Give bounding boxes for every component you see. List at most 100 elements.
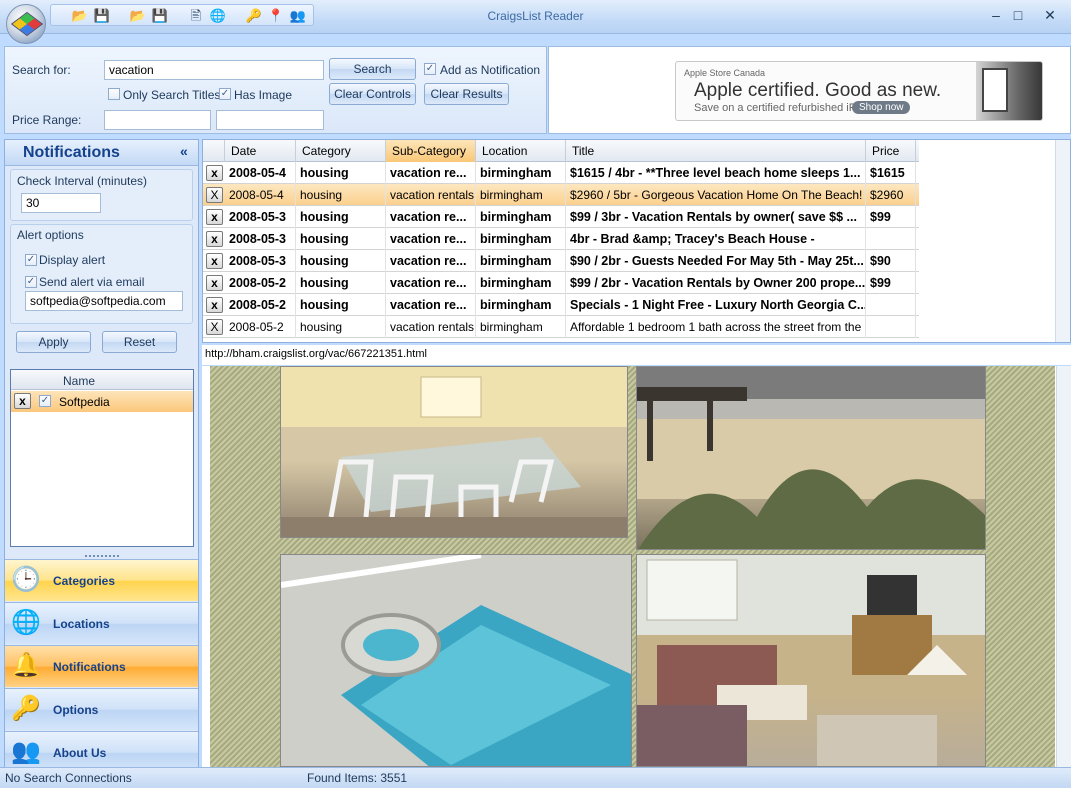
table-row[interactable]: X 2008-05-4 housing vacation rentals birming… <box>203 184 919 206</box>
grid-scrollbar[interactable] <box>1055 140 1070 342</box>
cell-category: housing <box>296 206 386 228</box>
status-bar: No Search Connections Found Items: 3551 <box>0 767 1071 788</box>
email-input[interactable]: softpedia@softpedia.com <box>25 291 183 311</box>
cell-category: housing <box>296 294 386 316</box>
notification-list-header: Name <box>11 370 193 390</box>
cell-category: housing <box>296 316 386 338</box>
column-name[interactable]: Name <box>63 374 95 388</box>
column-subcategory[interactable]: Sub-Category <box>386 140 476 162</box>
table-row[interactable]: x 2008-05-2 housing vacation re... birmingha… <box>203 294 919 316</box>
display-alert-checkbox[interactable]: ✓ <box>25 254 37 266</box>
column-location[interactable]: Location <box>476 140 566 162</box>
reset-button[interactable]: Reset <box>102 331 177 353</box>
cell-title: $99 / 3br - Vacation Rentals by owner( s… <box>566 206 866 228</box>
grid-header: Date Category Sub-Category Location Titl… <box>203 140 919 162</box>
table-row[interactable]: x 2008-05-3 housing vacation re... birmingha… <box>203 206 919 228</box>
column-date[interactable]: Date <box>225 140 296 162</box>
search-input[interactable]: vacation <box>104 60 324 80</box>
cell-location: birmingham <box>476 272 566 294</box>
search-for-label: Search for: <box>12 63 71 77</box>
delete-row-icon[interactable]: x <box>206 165 223 181</box>
nav-categories[interactable]: 🕒 Categories <box>5 559 198 601</box>
delete-row-icon[interactable]: x <box>206 275 223 291</box>
application-menu-button[interactable] <box>6 4 46 44</box>
delete-row-icon[interactable]: X <box>206 319 223 335</box>
ad-banner[interactable]: Apple Store Canada Apple certified. Good… <box>675 61 1043 121</box>
notifications-title: Notifications <box>23 144 120 161</box>
clear-results-button[interactable]: Clear Results <box>424 83 509 105</box>
delete-row-icon[interactable]: x <box>206 231 223 247</box>
nav-label: Options <box>53 703 99 717</box>
cell-location: birmingham <box>476 250 566 272</box>
nav-locations[interactable]: 🌐 Locations <box>5 602 198 644</box>
send-email-checkbox[interactable]: ✓ <box>25 276 37 288</box>
ad-subline: Save on a certified refurbished iPod. <box>694 102 872 114</box>
preview-scrollbar[interactable] <box>1056 366 1071 767</box>
column-title[interactable]: Title <box>566 140 866 162</box>
app-logo-icon <box>10 11 44 37</box>
list-item[interactable]: x ✓ Softpedia <box>11 391 193 412</box>
delete-row-icon[interactable]: x <box>206 297 223 313</box>
display-alert-label: Display alert <box>39 253 106 267</box>
nav-label: About Us <box>53 746 107 760</box>
cell-date: 2008-05-2 <box>225 294 296 316</box>
cell-category: housing <box>296 162 386 184</box>
delete-row-icon[interactable]: x <box>206 209 223 225</box>
column-price[interactable]: Price <box>866 140 916 162</box>
delete-row-icon[interactable]: X <box>206 187 223 203</box>
search-button[interactable]: Search <box>329 58 416 80</box>
ad-shop-button[interactable]: Shop now <box>852 101 911 114</box>
delete-icon[interactable]: x <box>14 393 31 409</box>
table-row[interactable]: x 2008-05-3 housing vacation re... birmingha… <box>203 228 919 250</box>
cell-location: birmingham <box>476 206 566 228</box>
cell-date: 2008-05-4 <box>225 184 296 206</box>
column-category[interactable]: Category <box>296 140 386 162</box>
cell-title: Affordable 1 bedroom 1 bath across the s… <box>566 316 866 338</box>
found-items-count: Found Items: 3551 <box>307 771 408 785</box>
price-min-input[interactable] <box>104 110 211 130</box>
check-interval-input[interactable]: 30 <box>21 193 101 213</box>
cell-date: 2008-05-4 <box>225 162 296 184</box>
list-item-checkbox[interactable]: ✓ <box>39 395 51 407</box>
clear-controls-button[interactable]: Clear Controls <box>329 83 416 105</box>
ad-headline: Apple certified. Good as new. <box>694 80 942 101</box>
table-row[interactable]: x 2008-05-2 housing vacation re... birmingha… <box>203 272 919 294</box>
price-max-input[interactable] <box>216 110 324 130</box>
delete-row-icon[interactable]: x <box>206 253 223 269</box>
maximize-button[interactable]: □ <box>1001 4 1035 26</box>
table-row[interactable]: x 2008-05-3 housing vacation re... birmingha… <box>203 250 919 272</box>
cell-date: 2008-05-3 <box>225 228 296 250</box>
cell-location: birmingham <box>476 294 566 316</box>
cell-price: $99 <box>866 272 916 294</box>
cell-subcategory: vacation re... <box>386 162 476 184</box>
nav-notifications[interactable]: 🔔 Notifications <box>5 645 198 687</box>
close-button[interactable]: ✕ <box>1033 4 1067 26</box>
has-image-checkbox[interactable]: ✓ <box>219 88 231 100</box>
cell-date: 2008-05-2 <box>225 272 296 294</box>
add-notification-checkbox[interactable]: ✓ <box>424 63 436 75</box>
cell-price: $1615 <box>866 162 916 184</box>
only-titles-checkbox[interactable] <box>108 88 120 100</box>
results-grid: Date Category Sub-Category Location Titl… <box>202 139 1071 343</box>
notification-list: Name x ✓ Softpedia <box>10 369 194 547</box>
dining-room-photo <box>280 366 628 538</box>
living-room-photo <box>636 554 986 767</box>
nav-options[interactable]: 🔑 Options <box>5 688 198 730</box>
splitter-grip[interactable] <box>85 555 119 558</box>
apply-button[interactable]: Apply <box>16 331 91 353</box>
table-row[interactable]: X 2008-05-2 housing vacation rentals birming… <box>203 316 919 338</box>
cell-subcategory: vacation rentals <box>386 316 476 338</box>
ad-brand: Apple Store Canada <box>684 68 766 78</box>
only-titles-label: Only Search Titles <box>123 88 221 102</box>
beach-photo <box>636 366 986 550</box>
table-row[interactable]: x 2008-05-4 housing vacation re... birmingha… <box>203 162 919 184</box>
cell-title: Specials - 1 Night Free - Luxury North G… <box>566 294 866 316</box>
check-interval-label: Check Interval (minutes) <box>17 174 148 188</box>
bell-icon: 🔔 <box>11 652 41 679</box>
collapse-icon[interactable]: « <box>180 143 188 159</box>
cell-subcategory: vacation re... <box>386 294 476 316</box>
cell-title: $99 / 2br - Vacation Rentals by Owner 20… <box>566 272 866 294</box>
cell-location: birmingham <box>476 162 566 184</box>
cell-location: birmingham <box>476 316 566 338</box>
ad-ipod-image <box>976 62 1042 120</box>
